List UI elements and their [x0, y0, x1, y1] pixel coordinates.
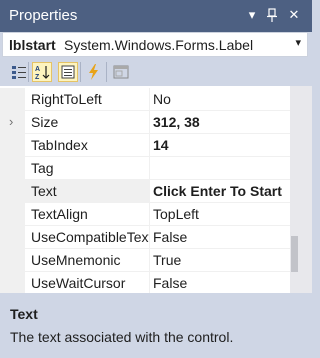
column-divider[interactable] — [149, 88, 150, 111]
events-lightning-icon[interactable] — [84, 62, 104, 82]
property-value[interactable]: No — [153, 91, 171, 107]
window-title: Properties — [9, 7, 78, 24]
row-gutter — [0, 134, 25, 157]
column-divider[interactable] — [149, 134, 150, 157]
property-name: UseWaitCursor — [31, 275, 126, 291]
window-options-dropdown-icon[interactable]: ▾ — [244, 6, 260, 24]
object-selector-dropdown[interactable]: lblstart System.Windows.Forms.Label ▾ — [2, 32, 308, 57]
property-row-text[interactable]: Text Click Enter To Start — [0, 180, 290, 203]
property-row-usemnemonic[interactable]: UseMnemonic True — [0, 249, 290, 272]
property-grid: RightToLeft No › Size 312, 38 TabIndex 1… — [0, 86, 290, 293]
property-row-righttoleft[interactable]: RightToLeft No — [0, 88, 290, 111]
property-name: UseMnemonic — [31, 252, 121, 268]
property-name: UseCompatibleTextRendering — [31, 229, 149, 245]
property-name: Tag — [31, 160, 54, 176]
alphabetical-sort-icon[interactable]: A Z — [32, 62, 52, 82]
property-name: TabIndex — [31, 137, 88, 153]
property-value[interactable]: False — [153, 275, 187, 291]
column-divider[interactable] — [149, 203, 150, 226]
property-name: Size — [31, 114, 59, 130]
property-row-usewaitcursor[interactable]: UseWaitCursor False — [0, 272, 290, 293]
chevron-down-icon[interactable]: ▾ — [295, 36, 301, 49]
property-value[interactable]: 312, 38 — [153, 114, 200, 130]
property-value[interactable]: Click Enter To Start — [153, 183, 282, 199]
pin-icon[interactable] — [264, 6, 280, 24]
toolbar-separator — [80, 62, 81, 82]
property-row-size[interactable]: › Size 312, 38 — [0, 111, 290, 134]
property-name: Text — [25, 180, 149, 203]
property-name: TextAlign — [31, 206, 88, 222]
property-value[interactable]: False — [153, 229, 187, 245]
property-name: RightToLeft — [31, 91, 102, 107]
row-gutter — [0, 272, 25, 293]
property-value[interactable]: TopLeft — [153, 206, 199, 222]
pin-icon-glyph — [267, 8, 277, 22]
categorized-icon[interactable] — [9, 62, 29, 82]
properties-titlebar: Properties ▾ ✕ — [0, 0, 312, 32]
column-divider[interactable] — [149, 249, 150, 272]
column-divider[interactable] — [149, 226, 150, 249]
property-pages-icon[interactable] — [111, 62, 131, 82]
properties-icon[interactable] — [58, 62, 78, 82]
properties-toolbar: A Z — [0, 58, 312, 86]
row-gutter — [0, 226, 25, 249]
row-gutter — [0, 88, 25, 111]
property-row-usecompatibletextrendering[interactable]: UseCompatibleTextRendering False — [0, 226, 290, 249]
property-value[interactable]: 14 — [153, 137, 169, 153]
column-divider[interactable] — [149, 157, 150, 180]
column-divider[interactable] — [149, 180, 150, 203]
description-panel: Text The text associated with the contro… — [0, 298, 312, 358]
row-gutter — [0, 157, 25, 180]
row-gutter — [0, 180, 25, 203]
toolbar-separator — [28, 62, 29, 82]
column-divider[interactable] — [149, 111, 150, 134]
property-row-textalign[interactable]: TextAlign TopLeft — [0, 203, 290, 226]
description-text: The text associated with the control. — [10, 329, 234, 345]
row-gutter — [0, 249, 25, 272]
property-row-tabindex[interactable]: TabIndex 14 — [0, 134, 290, 157]
property-value[interactable]: True — [153, 252, 181, 268]
description-title: Text — [10, 306, 38, 322]
object-name: lblstart — [9, 37, 56, 53]
toolbar-separator — [106, 62, 107, 82]
expand-chevron-icon[interactable]: › — [9, 114, 13, 129]
column-divider[interactable] — [149, 272, 150, 293]
property-row-tag[interactable]: Tag — [0, 157, 290, 180]
svg-text:A: A — [35, 66, 40, 73]
scrollbar-thumb[interactable] — [291, 236, 298, 272]
row-gutter — [0, 203, 25, 226]
close-icon[interactable]: ✕ — [286, 6, 302, 24]
object-type: System.Windows.Forms.Label — [64, 37, 254, 53]
svg-text:Z: Z — [35, 74, 40, 81]
